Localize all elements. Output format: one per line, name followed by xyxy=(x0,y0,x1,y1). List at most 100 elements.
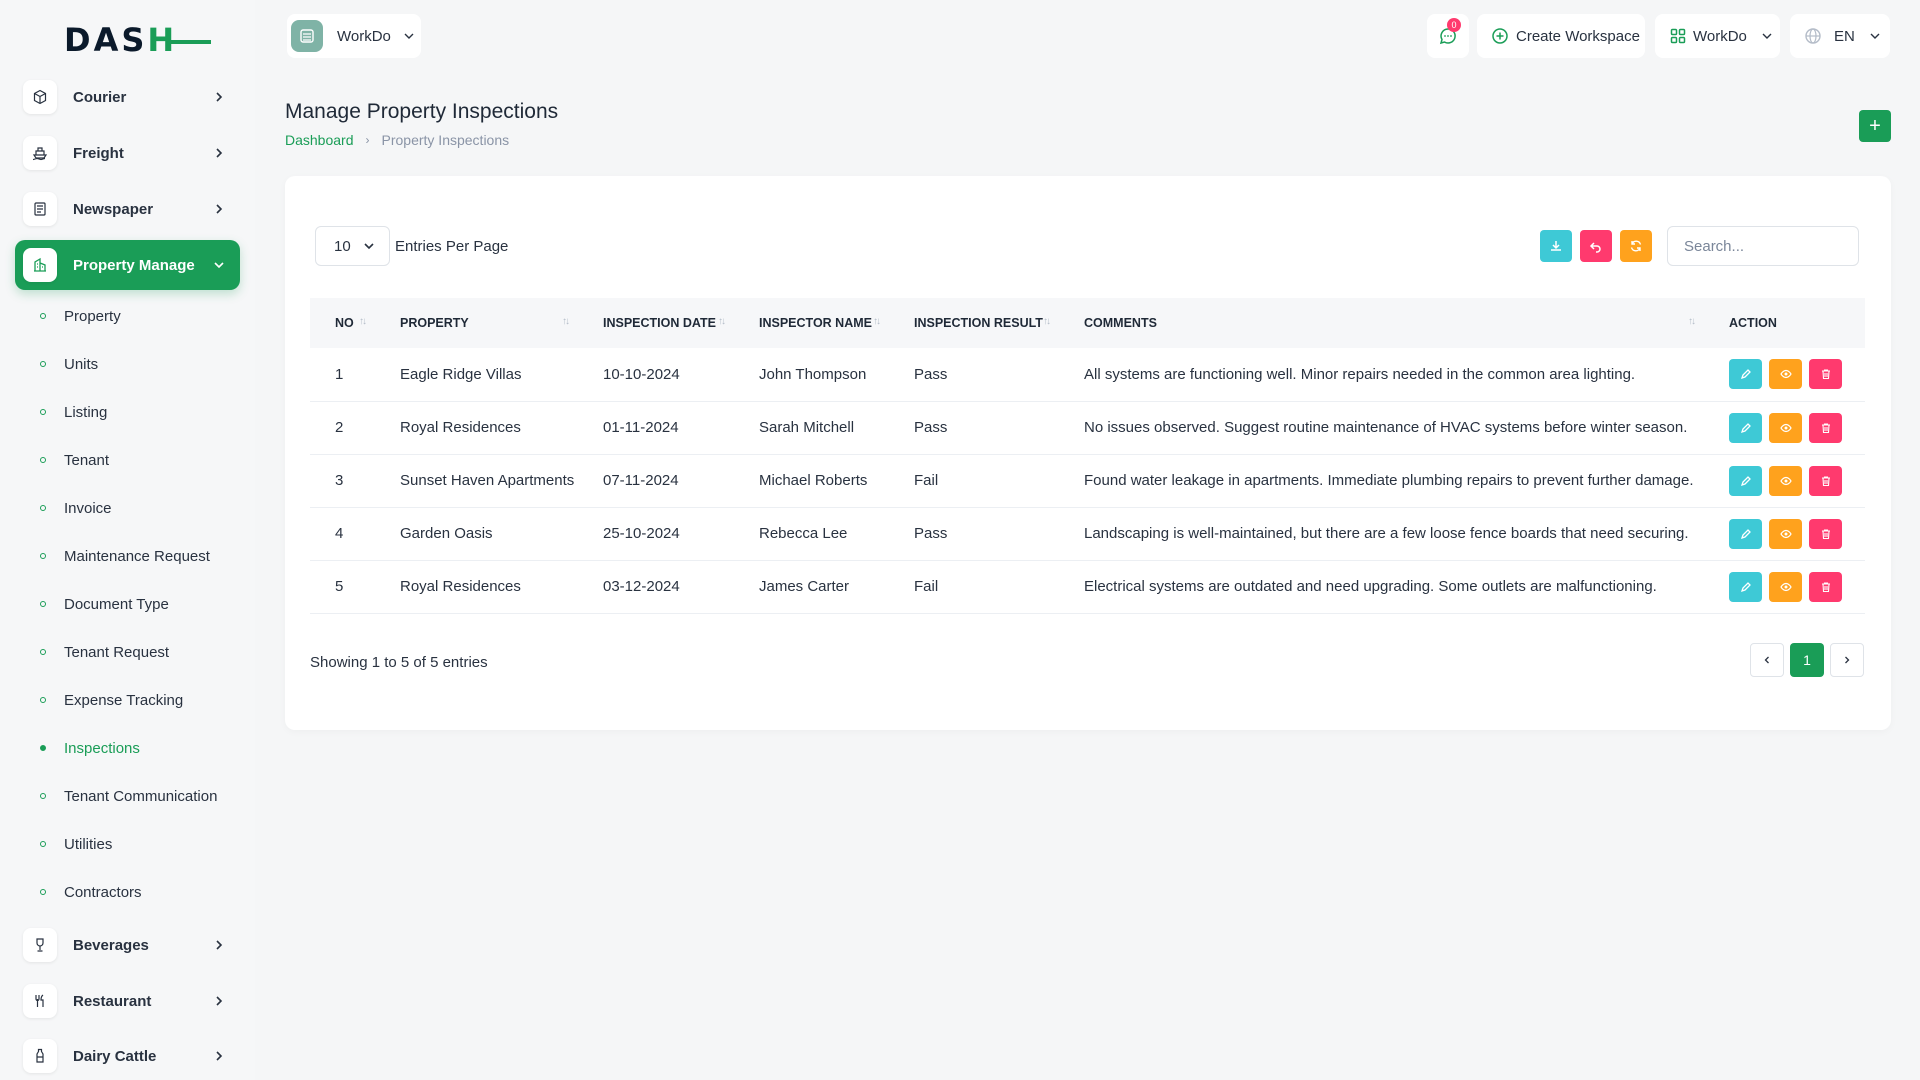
pagination-page-1[interactable]: 1 xyxy=(1790,643,1824,677)
edit-button[interactable] xyxy=(1729,571,1762,602)
sub-item-inspections[interactable]: Inspections xyxy=(40,733,245,763)
utensils-icon xyxy=(23,984,57,1018)
user-workspace-select[interactable]: WorkDo xyxy=(1655,14,1780,58)
sub-item-label: Tenant xyxy=(64,451,110,469)
sub-item-label: Tenant Communication xyxy=(64,787,218,805)
column-header-comments[interactable]: COMMENTS ↑↓ xyxy=(1059,298,1704,348)
trash-icon xyxy=(1821,528,1830,539)
undo-icon xyxy=(1589,242,1601,253)
cell-inspector-name: John Thompson xyxy=(759,365,867,383)
sub-item-property[interactable]: Property xyxy=(40,301,245,331)
column-header-inspection-result[interactable]: INSPECTION RESULT ↑↓ xyxy=(889,298,1059,348)
nav-label: Freight xyxy=(73,144,124,162)
delete-button[interactable] xyxy=(1809,518,1842,549)
sub-item-maintenance-request[interactable]: Maintenance Request xyxy=(40,541,245,571)
sub-item-expense-tracking[interactable]: Expense Tracking xyxy=(40,685,245,715)
column-header-inspector-name[interactable]: INSPECTOR NAME ↑↓ xyxy=(734,298,889,348)
sub-item-tenant-communication[interactable]: Tenant Communication xyxy=(40,781,245,811)
export-button[interactable] xyxy=(1540,230,1572,262)
trash-icon xyxy=(1821,475,1830,486)
workspace-select[interactable]: WorkDo xyxy=(287,14,421,58)
notifications-button[interactable]: 0 xyxy=(1427,14,1469,58)
sidebar: DASH Courier Freight Newspaper Property … xyxy=(0,0,255,1080)
sub-item-tenant-request[interactable]: Tenant Request xyxy=(40,637,245,667)
sub-item-tenant[interactable]: Tenant xyxy=(40,445,245,475)
cell-inspection-result: Pass xyxy=(914,419,948,436)
nav-dairy-cattle[interactable]: Dairy Cattle xyxy=(15,1033,240,1079)
bottle-icon xyxy=(23,1039,57,1073)
header-label: PROPERTY xyxy=(400,316,469,330)
nav-restaurant[interactable]: Restaurant xyxy=(15,977,240,1025)
sub-item-label: Maintenance Request xyxy=(64,547,210,565)
view-button[interactable] xyxy=(1769,412,1802,443)
nav-courier[interactable]: Courier xyxy=(15,73,240,121)
view-button[interactable] xyxy=(1769,465,1802,496)
cell-actions xyxy=(1704,507,1865,560)
sort-icon: ↑↓ xyxy=(873,316,881,327)
nav-beverages[interactable]: Beverages xyxy=(15,921,240,969)
workspace-logo-icon xyxy=(291,20,323,52)
per-page-value: 10 xyxy=(334,237,351,255)
view-button[interactable] xyxy=(1769,518,1802,549)
delete-button[interactable] xyxy=(1809,412,1842,443)
sub-item-invoice[interactable]: Invoice xyxy=(40,493,245,523)
column-header-no[interactable]: NO ↑↓ xyxy=(310,298,375,348)
delete-button[interactable] xyxy=(1809,465,1842,496)
edit-button[interactable] xyxy=(1729,518,1762,549)
language-label: EN xyxy=(1834,27,1855,45)
column-header-inspection-date[interactable]: INSPECTION DATE ↑↓ xyxy=(578,298,734,348)
chevron-down-icon xyxy=(1762,33,1772,39)
cell-comments: No issues observed. Suggest routine main… xyxy=(1084,419,1688,436)
search-input[interactable] xyxy=(1667,226,1859,266)
sub-item-contractors[interactable]: Contractors xyxy=(40,877,245,907)
sub-item-units[interactable]: Units xyxy=(40,349,245,379)
edit-button[interactable] xyxy=(1729,412,1762,443)
reset-button[interactable] xyxy=(1580,230,1612,262)
nav-newspaper[interactable]: Newspaper xyxy=(15,185,240,233)
sub-item-label: Property xyxy=(64,307,121,325)
view-button[interactable] xyxy=(1769,571,1802,602)
chevron-right-icon xyxy=(1845,656,1850,664)
nav-freight[interactable]: Freight xyxy=(15,129,240,177)
sub-item-document-type[interactable]: Document Type xyxy=(40,589,245,619)
cell-property: Sunset Haven Apartments xyxy=(400,472,575,489)
download-icon xyxy=(1551,241,1561,251)
nav-property-manage[interactable]: Property Manage xyxy=(15,240,240,290)
sub-item-utilities[interactable]: Utilities xyxy=(40,829,245,859)
trash-icon xyxy=(1821,581,1830,592)
nav-label: Property Manage xyxy=(73,256,195,274)
add-inspection-button[interactable]: + xyxy=(1859,110,1891,142)
edit-button[interactable] xyxy=(1729,359,1762,390)
view-button[interactable] xyxy=(1769,359,1802,390)
cell-inspector-name: Sarah Mitchell xyxy=(759,419,855,436)
language-select[interactable]: EN xyxy=(1790,14,1890,58)
refresh-icon xyxy=(1630,240,1642,252)
bullet-icon xyxy=(40,361,46,367)
cell-property: Royal Residences xyxy=(400,419,521,436)
breadcrumb-dashboard-link[interactable]: Dashboard xyxy=(285,132,354,148)
pagination-prev-button[interactable] xyxy=(1750,643,1784,677)
table-row: 2 Royal Residences 01-11-2024 Sarah Mitc… xyxy=(310,401,1865,454)
edit-button[interactable] xyxy=(1729,465,1762,496)
delete-button[interactable] xyxy=(1809,359,1842,390)
entries-per-page-select[interactable]: 10 xyxy=(315,226,390,266)
delete-button[interactable] xyxy=(1809,571,1842,602)
column-header-property[interactable]: PROPERTY ↑↓ xyxy=(375,298,578,348)
eye-icon xyxy=(1779,423,1792,432)
bullet-icon xyxy=(40,553,46,559)
cell-inspection-result: Fail xyxy=(914,472,939,489)
sub-item-label: Utilities xyxy=(64,835,113,853)
refresh-button[interactable] xyxy=(1620,230,1652,262)
cell-no: 1 xyxy=(335,365,344,383)
header-label: COMMENTS xyxy=(1084,316,1157,330)
cell-actions xyxy=(1704,454,1865,507)
cell-comments: Electrical systems are outdated and need… xyxy=(1084,578,1657,595)
logo[interactable]: DASH xyxy=(64,21,212,59)
create-workspace-button[interactable]: Create Workspace xyxy=(1477,14,1645,58)
sub-item-listing[interactable]: Listing xyxy=(40,397,245,427)
logo-text: DAS xyxy=(64,21,148,59)
logo-line-icon xyxy=(171,40,212,44)
eye-icon xyxy=(1779,476,1792,485)
pagination-next-button[interactable] xyxy=(1830,643,1864,677)
cell-inspection-result: Pass xyxy=(914,525,948,542)
